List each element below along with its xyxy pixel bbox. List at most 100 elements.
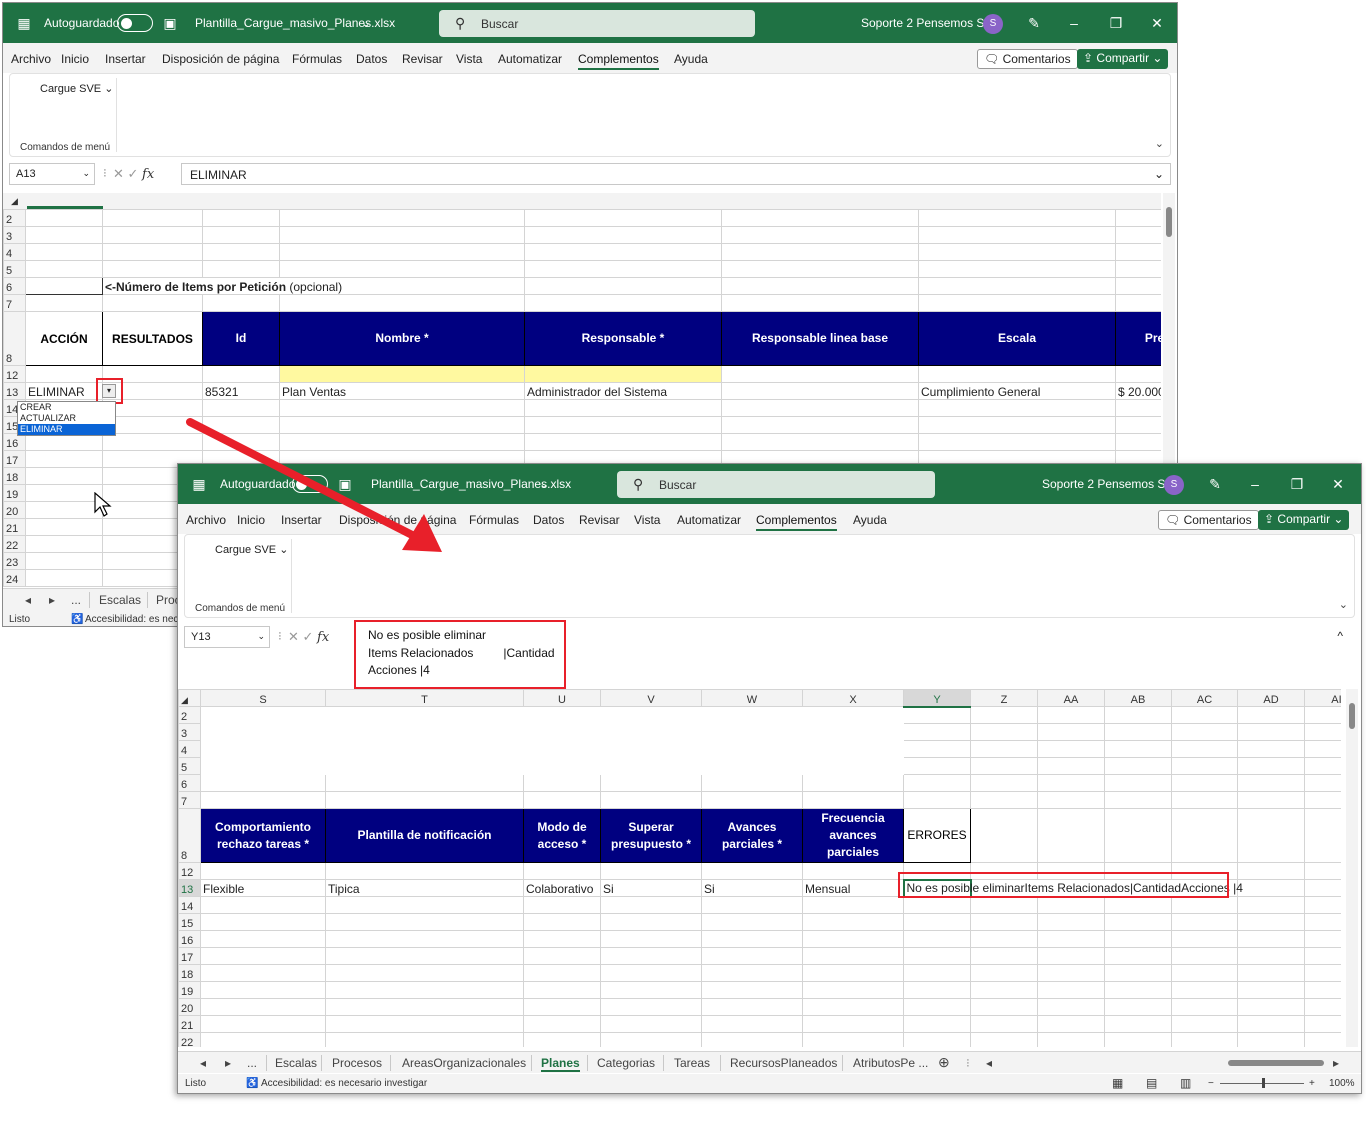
row-header[interactable]: 6 xyxy=(3,277,26,295)
column-header-y[interactable]: Y xyxy=(903,689,971,708)
zoom-slider[interactable] xyxy=(1220,1078,1304,1088)
row-header[interactable]: 21 xyxy=(3,518,26,536)
zoom-slider-handle[interactable] xyxy=(1262,1078,1265,1088)
restore-icon[interactable]: ❐ xyxy=(1107,14,1125,32)
select-all-icon[interactable]: ◢ xyxy=(178,689,201,707)
name-box[interactable]: Y13 ⌄ xyxy=(184,626,270,648)
comments-button[interactable]: 🗨 Comentarios xyxy=(977,49,1078,69)
cell-superar-presupuesto[interactable]: Si xyxy=(600,879,702,897)
menu-vista[interactable]: Vista xyxy=(634,513,660,527)
menu-ayuda[interactable]: Ayuda xyxy=(853,513,887,527)
accessibility-status[interactable]: Accesibilidad: es nece xyxy=(85,614,184,625)
menu-complementos[interactable]: Complementos xyxy=(756,513,837,531)
cargue-sve-button[interactable]: Cargue SVE ⌄ xyxy=(40,82,113,95)
fx-icon[interactable]: fx xyxy=(142,167,154,182)
row-header[interactable]: 5 xyxy=(178,757,201,775)
avatar[interactable]: S xyxy=(1164,475,1184,495)
zoom-out-icon[interactable]: − xyxy=(1208,1078,1214,1089)
menu-vista[interactable]: Vista xyxy=(456,52,482,66)
tab-prev-icon[interactable]: ◂ xyxy=(200,1056,206,1070)
vertical-scrollbar[interactable] xyxy=(1346,689,1358,1047)
row-header[interactable]: 4 xyxy=(178,740,201,758)
search-box[interactable]: ⚲ Buscar xyxy=(439,10,755,37)
share-button[interactable]: ⇪ Compartir ⌄ xyxy=(1258,510,1350,530)
expand-icon[interactable]: ⌄ xyxy=(1154,167,1164,181)
page-break-icon[interactable]: ▥ xyxy=(1180,1076,1191,1090)
minimize-icon[interactable]: – xyxy=(1246,475,1264,493)
dropdown-option-selected[interactable]: ELIMINAR xyxy=(18,424,115,435)
add-sheet-icon[interactable]: ⊕ xyxy=(938,1054,950,1071)
row-header[interactable]: 12 xyxy=(3,365,26,383)
fx-icon[interactable]: fx xyxy=(317,630,329,645)
accessibility-icon[interactable]: ♿ xyxy=(246,1078,258,1089)
zoom-in-icon[interactable]: + xyxy=(1309,1078,1315,1089)
hscroll-left-icon[interactable]: ◂ xyxy=(986,1056,992,1070)
tab-more[interactable]: ... xyxy=(71,593,81,607)
tab-atributos[interactable]: AtributosPe ... xyxy=(853,1056,928,1070)
row-header[interactable]: 5 xyxy=(3,260,26,278)
items-input-cell[interactable] xyxy=(25,277,103,295)
row-header[interactable]: 4 xyxy=(3,243,26,261)
row-header[interactable]: 24 xyxy=(3,569,26,587)
restore-icon[interactable]: ❐ xyxy=(1288,475,1306,493)
cell-escala[interactable]: Cumplimiento General xyxy=(918,382,1116,400)
horizontal-scroll-thumb[interactable] xyxy=(1228,1060,1324,1066)
action-dropdown-list[interactable]: CREAR ACTUALIZAR ELIMINAR xyxy=(17,401,116,436)
row-header[interactable]: 6 xyxy=(178,774,201,792)
menu-formulas[interactable]: Fórmulas xyxy=(292,52,342,66)
menu-insertar[interactable]: Insertar xyxy=(105,52,146,66)
column-header-ai[interactable]: AI xyxy=(1304,689,1341,707)
column-header-w[interactable]: W xyxy=(701,689,803,707)
account-name[interactable]: Soporte 2 Pensemos S.A. xyxy=(861,16,999,30)
minimize-icon[interactable]: – xyxy=(1065,14,1083,32)
tab-categorias[interactable]: Categorias xyxy=(597,1056,655,1070)
column-header-z[interactable]: Z xyxy=(970,689,1038,707)
dropdown-option[interactable]: ACTUALIZAR xyxy=(18,413,115,424)
tab-next-icon[interactable]: ▸ xyxy=(225,1056,231,1070)
row-header[interactable]: 18 xyxy=(178,964,201,982)
menu-disposicion[interactable]: Disposición de página xyxy=(162,52,279,66)
cell-id[interactable]: 85321 xyxy=(202,382,280,400)
cell-accion[interactable]: ELIMINAR xyxy=(25,382,103,400)
row-header[interactable]: 7 xyxy=(3,294,26,312)
menu-datos[interactable]: Datos xyxy=(356,52,387,66)
row-header[interactable]: 20 xyxy=(3,501,26,519)
chevron-down-icon[interactable]: ⌄ xyxy=(539,477,549,491)
row-header[interactable]: 12 xyxy=(178,862,201,880)
tab-recursos-planeados[interactable]: RecursosPlaneados xyxy=(730,1056,837,1070)
page-layout-icon[interactable]: ▤ xyxy=(1146,1076,1157,1090)
cell-plantilla[interactable]: Tipica xyxy=(325,879,524,897)
dropdown-option[interactable]: CREAR xyxy=(18,402,115,413)
row-header[interactable]: 16 xyxy=(178,930,201,948)
tab-escalas[interactable]: Escalas xyxy=(99,593,141,607)
row-header[interactable]: 21 xyxy=(178,1015,201,1033)
row-header[interactable]: 13 xyxy=(3,382,26,400)
cell-responsable[interactable]: Administrador del Sistema xyxy=(524,382,722,400)
name-box[interactable]: A13 ⌄ xyxy=(9,163,95,185)
row-header[interactable]: 22 xyxy=(3,535,26,553)
row-header[interactable]: 20 xyxy=(178,998,201,1016)
column-header-t[interactable]: T xyxy=(325,689,524,707)
hscroll-right-icon[interactable]: ▸ xyxy=(1333,1056,1339,1070)
autosave-toggle[interactable] xyxy=(117,14,153,32)
tab-procesos[interactable]: Procesos xyxy=(332,1056,382,1070)
column-header-aa[interactable]: AA xyxy=(1037,689,1105,707)
row-header[interactable]: 19 xyxy=(3,484,26,502)
row-header[interactable]: 18 xyxy=(3,467,26,485)
menu-inicio[interactable]: Inicio xyxy=(61,52,89,66)
column-header-ab[interactable]: AB xyxy=(1104,689,1172,707)
tab-tareas[interactable]: Tareas xyxy=(674,1056,710,1070)
select-all-icon[interactable]: ◢ xyxy=(11,196,18,207)
formula-input[interactable]: ELIMINAR ⌄ xyxy=(181,163,1171,185)
row-header[interactable]: 3 xyxy=(3,226,26,244)
row-header[interactable]: 17 xyxy=(178,947,201,965)
row-header[interactable]: 23 xyxy=(3,552,26,570)
scroll-thumb[interactable] xyxy=(1349,703,1355,729)
tab-escalas[interactable]: Escalas xyxy=(275,1056,317,1070)
ribbon-collapse-icon[interactable]: ⌄ xyxy=(1155,137,1164,150)
normal-view-icon[interactable]: ▦ xyxy=(1112,1076,1123,1090)
column-header-v[interactable]: V xyxy=(600,689,702,707)
zoom-level[interactable]: 100% xyxy=(1329,1078,1355,1089)
row-header[interactable]: 3 xyxy=(178,723,201,741)
cell-nombre[interactable]: Plan Ventas xyxy=(279,382,525,400)
